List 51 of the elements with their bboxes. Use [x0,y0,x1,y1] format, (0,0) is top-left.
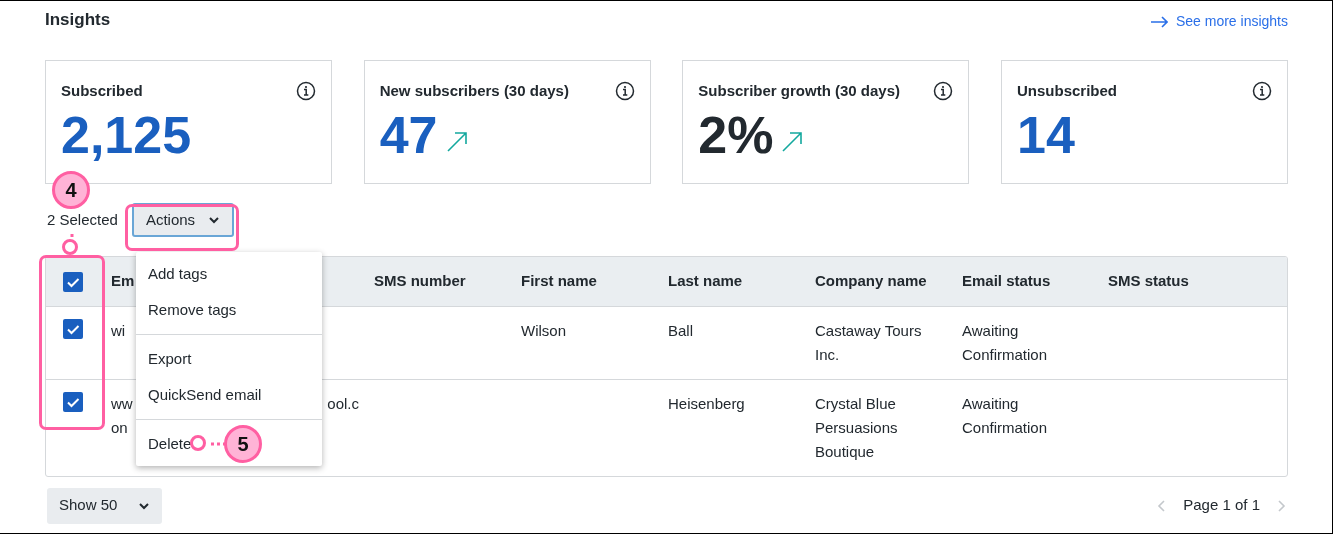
actions-dropdown-button[interactable]: Actions [131,203,234,237]
column-header: Last name [668,272,743,289]
table-cell: Wilson [521,321,566,339]
table-cell: Castaway Tours Inc. [815,321,922,363]
table-cell: Heisenberg [668,394,745,412]
column-header: SMS status [1108,272,1189,289]
menu-item[interactable]: Export [136,341,204,377]
checkbox[interactable] [63,318,83,339]
table-cell: on [111,418,128,436]
column-header: SMS number [374,272,466,289]
stat-value: 2% [698,106,774,163]
caret-icon [207,216,220,224]
column-header: Email status [962,272,1051,289]
page-size-dropdown[interactable]: Show 50 [47,487,162,524]
table-cell: Awaiting Confirmation [962,394,1048,436]
menu-item[interactable]: QuickSend email [136,377,274,413]
table-cell-text: ww [111,393,133,414]
arrow-right-icon [1149,13,1168,30]
table-cell: Crystal Blue Persuasions Boutique [815,394,898,460]
section-title: Insights [45,9,111,31]
stat-label: Subscriber growth (30 days) [698,81,901,101]
stat-value: 47 [379,106,438,163]
menu-item[interactable]: Add tags [136,256,220,292]
info-icon[interactable] [1251,81,1272,102]
info-icon[interactable] [933,81,954,102]
menu-item[interactable]: Remove tags [136,292,249,328]
page-indicator: Page 1 of 1 [1183,495,1260,516]
table-cell: Awaiting Confirmation [962,321,1048,363]
info-icon[interactable] [296,81,316,102]
callout-ring [62,239,78,255]
column-header: Company name [815,272,927,289]
stat-label: Unsubscribed [1016,81,1117,101]
leader-line [70,234,74,240]
stat-label: Subscribed [61,81,143,101]
callout-number: 4 [52,171,90,209]
caret-icon [138,501,150,510]
leader-line [211,442,225,446]
checkbox[interactable] [63,391,83,412]
stat-label: New subscribers (30 days) [379,81,569,101]
info-icon[interactable] [614,81,635,102]
stat-value: 14 [1016,106,1075,163]
selected-count: 2 Selected [47,209,118,230]
column-header: Em [111,272,135,289]
menu-item[interactable]: Delete [136,426,204,462]
see-more-link[interactable]: See more insights [1149,11,1288,32]
stat-value: 2,125 [61,106,192,163]
checkbox[interactable] [63,272,83,293]
table-cell: Ball [668,321,693,339]
table-cell-text: ool.c [327,393,359,414]
column-header: First name [521,272,597,289]
table-cell-text: wi [111,320,126,341]
